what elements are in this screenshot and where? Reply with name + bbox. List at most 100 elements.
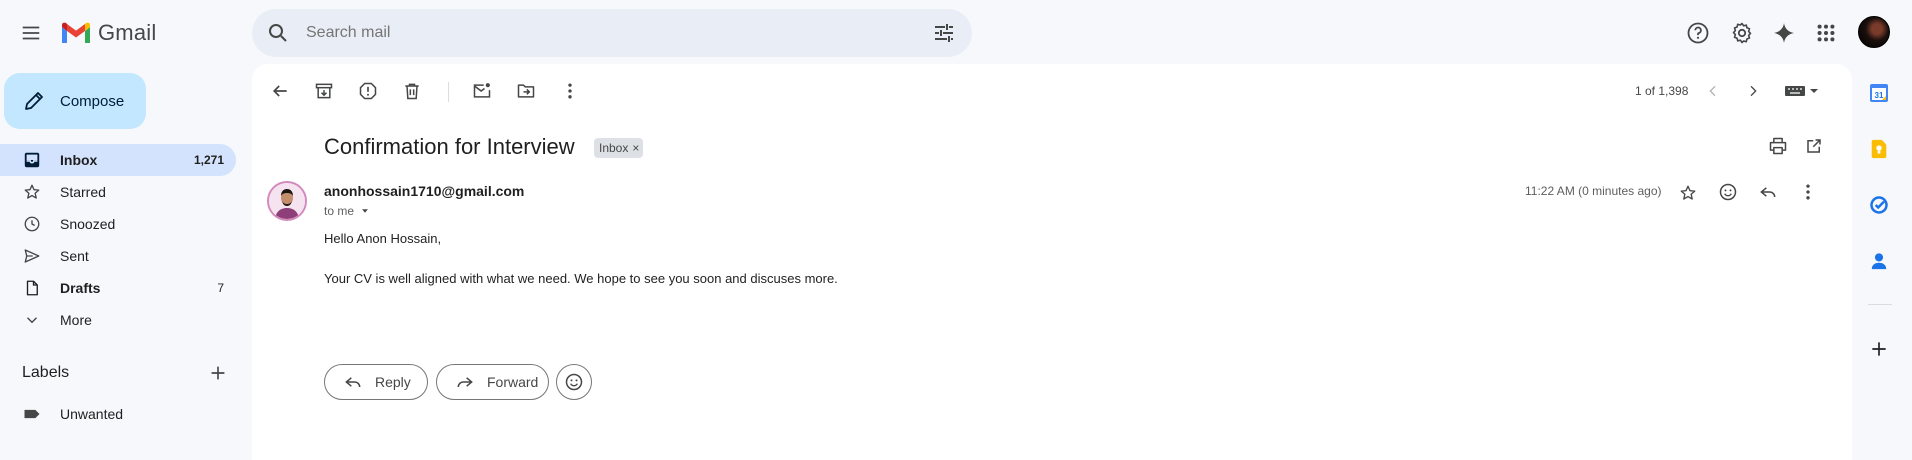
email-body: Your CV is well aligned with what we nee… — [324, 271, 838, 286]
labels-heading: Labels — [22, 364, 70, 381]
main-menu-button[interactable] — [14, 16, 48, 50]
sidebar-item-starred[interactable]: Starred — [0, 176, 236, 208]
label-name: Unwanted — [60, 406, 124, 422]
more-vert-icon — [568, 83, 572, 99]
get-addons-button[interactable] — [1868, 338, 1890, 360]
calendar-app-button[interactable]: 31 — [1868, 82, 1890, 104]
chevron-down-icon — [22, 310, 42, 330]
draft-icon — [22, 278, 42, 298]
plus-icon — [211, 366, 225, 380]
clock-icon — [22, 214, 42, 234]
sidebar-item-label: Drafts — [60, 280, 101, 296]
gear-icon — [1732, 22, 1752, 44]
search-options-icon[interactable] — [932, 21, 956, 45]
gmail-m-icon — [62, 22, 90, 43]
support-button[interactable] — [1684, 19, 1712, 47]
input-tools-button[interactable] — [1782, 79, 1822, 103]
contacts-app-button[interactable] — [1868, 250, 1890, 272]
emoji-reaction-button[interactable] — [556, 364, 592, 400]
account-avatar[interactable] — [1858, 16, 1890, 48]
back-button[interactable] — [268, 79, 292, 103]
keep-app-button[interactable] — [1868, 138, 1890, 160]
report-spam-button[interactable] — [356, 79, 380, 103]
print-button[interactable] — [1766, 134, 1790, 158]
remove-label-button[interactable]: × — [632, 141, 639, 158]
search-input[interactable] — [306, 24, 932, 42]
contacts-icon — [1871, 253, 1887, 270]
arrow-back-icon — [272, 85, 287, 97]
open-new-window-button[interactable] — [1802, 134, 1826, 158]
help-icon — [1687, 22, 1709, 44]
email-greeting: Hello Anon Hossain, — [324, 231, 442, 246]
sidebar-nav: Inbox 1,271 Starred Snoozed Sent Drafts … — [0, 144, 236, 336]
keep-icon — [1871, 139, 1887, 159]
report-icon — [359, 82, 377, 100]
sidebar-item-more[interactable]: More — [0, 304, 236, 336]
older-button[interactable] — [1741, 79, 1765, 103]
print-icon — [1769, 137, 1787, 155]
compose-button[interactable]: Compose — [4, 73, 146, 129]
recipient-details[interactable]: to me — [324, 204, 372, 218]
reply-icon — [345, 377, 361, 388]
chevron-right-icon — [1750, 85, 1757, 97]
sidebar-item-snoozed[interactable]: Snoozed — [0, 208, 236, 240]
tasks-icon — [1870, 196, 1888, 214]
calendar-icon: 31 — [1870, 84, 1888, 102]
email-view: 1 of 1,398 Confirmation for Interview In… — [252, 64, 1852, 460]
tasks-app-button[interactable] — [1868, 194, 1890, 216]
trash-icon — [405, 83, 419, 100]
newer-button[interactable] — [1701, 79, 1725, 103]
more-actions-button[interactable] — [558, 79, 582, 103]
inbox-icon — [22, 150, 42, 170]
label-item-unwanted[interactable]: Unwanted — [0, 398, 236, 430]
app-name: Gmail — [98, 20, 157, 45]
sender-email[interactable]: anonhossain1710@gmail.com — [324, 183, 524, 199]
forward-button[interactable]: Forward — [436, 364, 549, 400]
create-label-button[interactable] — [207, 362, 229, 384]
person-photo-icon — [269, 183, 305, 219]
drafts-count: 7 — [217, 281, 224, 295]
email-timestamp: 11:22 AM (0 minutes ago) — [1525, 184, 1662, 198]
inbox-label-badge: Inbox × — [594, 138, 644, 158]
compose-label: Compose — [60, 92, 125, 110]
message-more-button[interactable] — [1796, 180, 1820, 204]
folder-move-icon — [517, 84, 535, 98]
gemini-button[interactable] — [1770, 19, 1798, 47]
settings-button[interactable] — [1728, 19, 1756, 47]
emoji-icon — [565, 373, 583, 391]
side-panel-divider — [1868, 304, 1892, 305]
apps-grid-icon — [1817, 24, 1835, 42]
archive-icon — [315, 83, 333, 99]
forward-label: Forward — [487, 374, 539, 390]
reply-label: Reply — [375, 374, 411, 390]
sidebar-item-inbox[interactable]: Inbox 1,271 — [0, 144, 236, 176]
gmail-logo[interactable]: Gmail — [60, 20, 156, 46]
star-button[interactable] — [1676, 181, 1700, 205]
add-reaction-button[interactable] — [1716, 180, 1740, 204]
sidebar-item-sent[interactable]: Sent — [0, 240, 236, 272]
top-bar: Gmail — [0, 0, 1912, 64]
plus-icon — [1872, 342, 1886, 356]
reply-icon-button[interactable] — [1756, 180, 1780, 204]
mark-unread-icon — [473, 83, 491, 98]
move-to-button[interactable] — [514, 79, 538, 103]
label-icon — [22, 404, 42, 424]
recipient-label: to me — [324, 204, 355, 218]
caret-down-icon — [362, 209, 368, 213]
search-icon[interactable] — [266, 21, 290, 45]
hamburger-menu-icon — [22, 26, 40, 40]
open-in-new-icon — [1807, 139, 1821, 153]
chevron-left-icon — [1709, 85, 1716, 97]
mark-unread-button[interactable] — [470, 79, 494, 103]
archive-button[interactable] — [312, 79, 336, 103]
delete-button[interactable] — [400, 79, 424, 103]
apps-button[interactable] — [1812, 19, 1840, 47]
sidebar-item-label: Sent — [60, 248, 89, 264]
sender-avatar[interactable] — [267, 181, 307, 221]
star-outline-icon — [1680, 185, 1696, 200]
toolbar-divider — [448, 82, 449, 102]
search-bar[interactable] — [252, 9, 972, 57]
pencil-icon — [25, 92, 43, 110]
sidebar-item-drafts[interactable]: Drafts 7 — [0, 272, 236, 304]
reply-button[interactable]: Reply — [324, 364, 428, 400]
